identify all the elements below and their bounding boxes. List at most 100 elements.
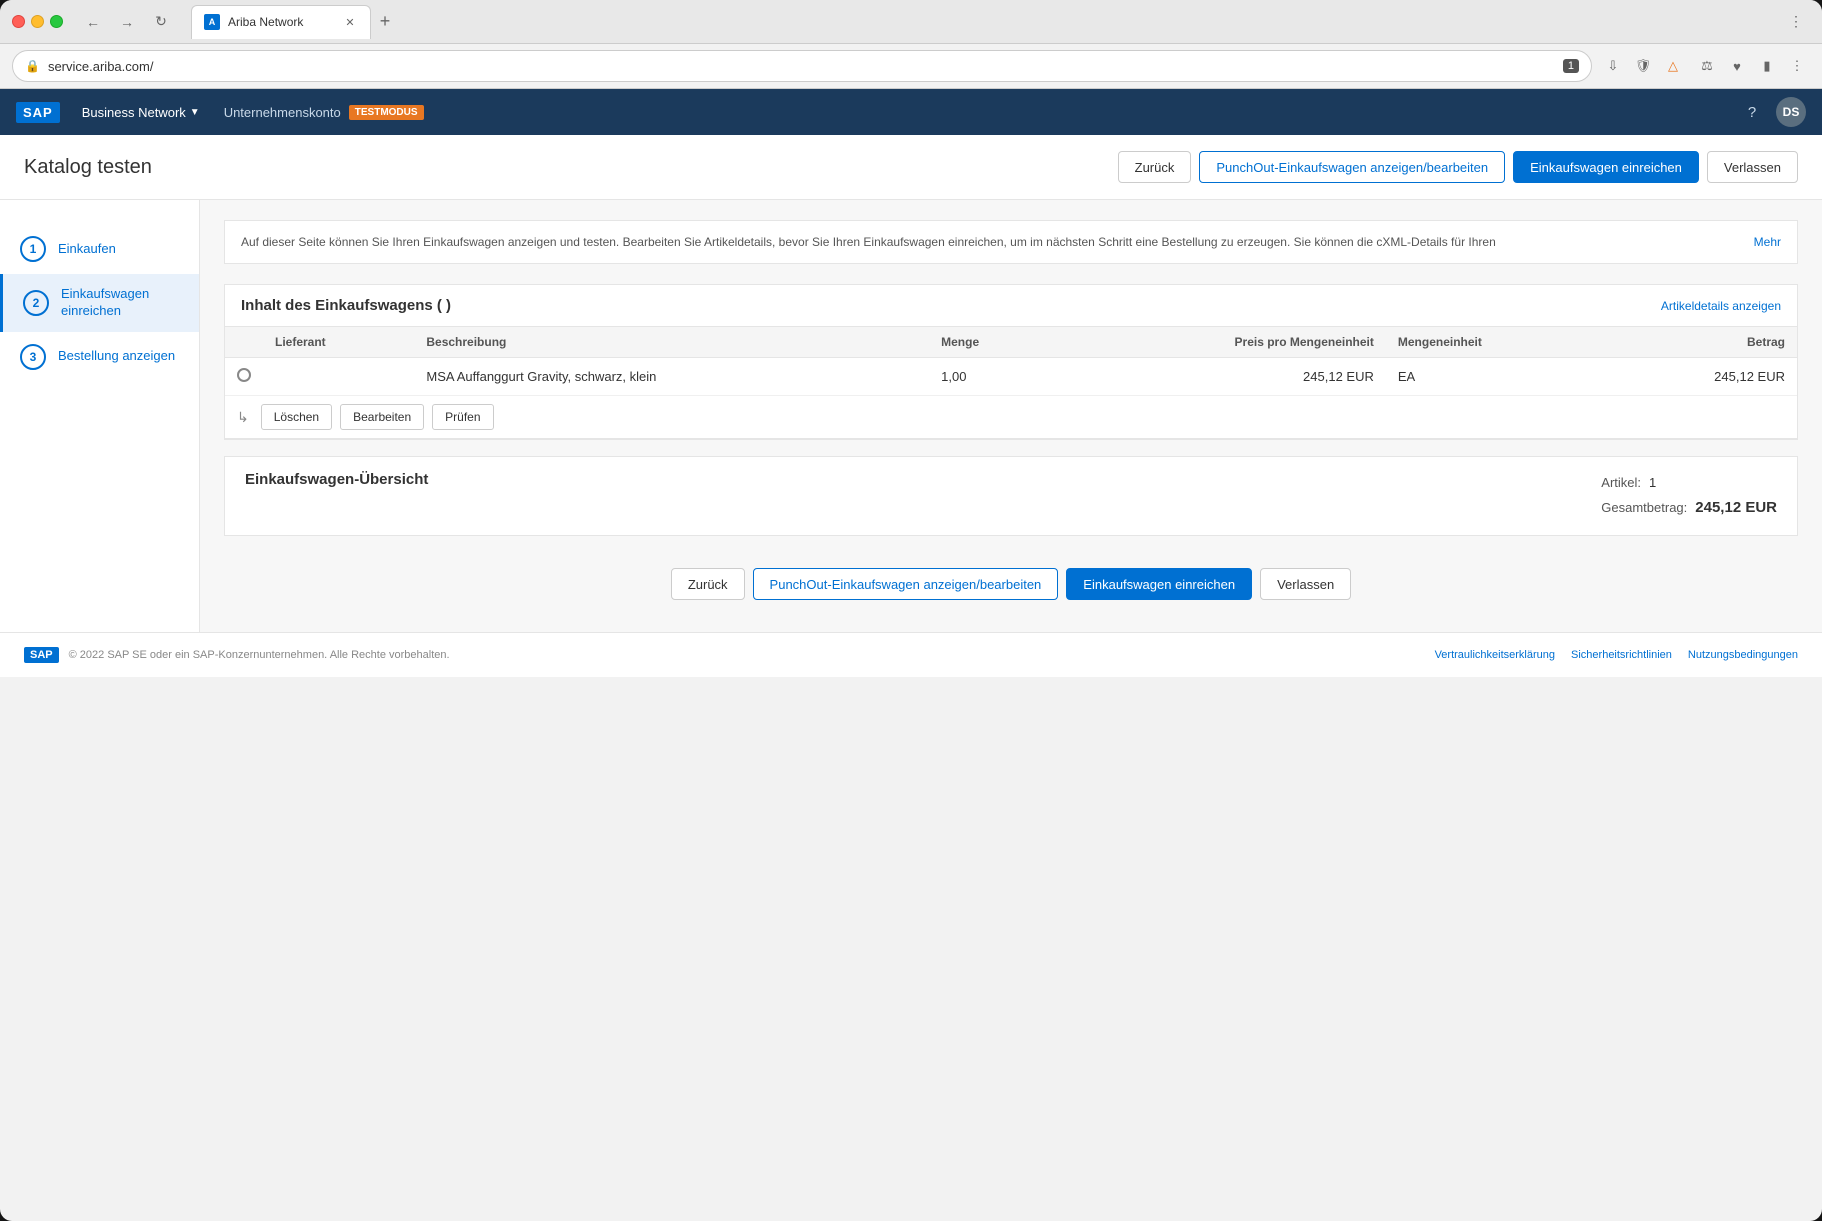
row-select-cell[interactable]: [225, 358, 263, 396]
forward-nav-button[interactable]: →: [113, 8, 141, 36]
step-3-circle: 3: [20, 344, 46, 370]
page-title: Katalog testen: [24, 156, 152, 179]
col-mengeneinheit: Mengeneinheit: [1386, 327, 1605, 358]
row-preis: 245,12 EUR: [1055, 358, 1386, 396]
maximize-window-button[interactable]: [50, 15, 63, 28]
bottom-actions: Zurück PunchOut-Einkaufswagen anzeigen/b…: [224, 556, 1798, 612]
summary-gesamtbetrag-row: Gesamtbetrag: 245,12 EUR: [1601, 494, 1777, 521]
cart-box: Inhalt des Einkaufswagens ( ) Artikeldet…: [224, 284, 1798, 440]
browser-menu-button[interactable]: ⋮: [1782, 8, 1810, 36]
address-actions: ⇩ 🛡 △: [1600, 53, 1686, 79]
row-menge: 1,00: [929, 358, 1055, 396]
minimize-window-button[interactable]: [31, 15, 44, 28]
address-text: service.ariba.com/: [48, 59, 1555, 74]
summary-values: Artikel: 1 Gesamtbetrag: 245,12 EUR: [1601, 471, 1777, 521]
tab-close-button[interactable]: ✕: [342, 14, 358, 30]
close-window-button[interactable]: [12, 15, 25, 28]
warning-icon[interactable]: △: [1660, 53, 1686, 79]
footer-link-privacy[interactable]: Vertraulichkeitserklärung: [1435, 649, 1555, 661]
submit-cart-button[interactable]: Einkaufswagen einreichen: [1513, 151, 1699, 183]
punchout-button[interactable]: PunchOut-Einkaufswagen anzeigen/bearbeit…: [1199, 151, 1505, 183]
step-3-bestellung[interactable]: 3 Bestellung anzeigen: [0, 332, 199, 382]
browser-tab[interactable]: A Ariba Network ✕: [191, 5, 371, 39]
row-beschreibung: MSA Auffanggurt Gravity, schwarz, klein: [414, 358, 929, 396]
step-2-label: Einkaufswagen einreichen: [61, 286, 179, 320]
footer-link-security[interactable]: Sicherheitsrichtlinien: [1571, 649, 1672, 661]
info-more-link[interactable]: Mehr: [1754, 233, 1781, 251]
info-text: Auf dieser Seite können Sie Ihren Einkau…: [241, 233, 1750, 251]
row-mengeneinheit: EA: [1386, 358, 1605, 396]
col-preis: Preis pro Mengeneinheit: [1055, 327, 1386, 358]
shield-icon[interactable]: 🛡: [1630, 53, 1656, 79]
user-avatar[interactable]: DS: [1776, 97, 1806, 127]
indent-icon: ↳: [237, 409, 249, 426]
back-button-bottom[interactable]: Zurück: [671, 568, 745, 600]
more-tools-icon[interactable]: ⋮: [1784, 53, 1810, 79]
extensions-icon[interactable]: ⚖: [1694, 53, 1720, 79]
leave-button-bottom[interactable]: Verlassen: [1260, 568, 1351, 600]
submit-cart-button-bottom[interactable]: Einkaufswagen einreichen: [1066, 568, 1252, 600]
steps-sidebar: 1 Einkaufen 2 Einkaufswagen einreichen 3…: [0, 200, 200, 632]
step-3-label: Bestellung anzeigen: [58, 348, 175, 365]
punchout-button-bottom[interactable]: PunchOut-Einkaufswagen anzeigen/bearbeit…: [753, 568, 1059, 600]
sap-header: SAP Business Network ▼ Unternehmenskonto…: [0, 89, 1822, 135]
edit-button[interactable]: Bearbeiten: [340, 404, 424, 430]
sap-footer: SAP © 2022 SAP SE oder ein SAP-Konzernun…: [0, 632, 1822, 677]
row-radio-button[interactable]: [237, 368, 251, 382]
summary-artikel-row: Artikel: 1: [1601, 471, 1777, 494]
step-1-circle: 1: [20, 236, 46, 262]
bookmarks-icon[interactable]: ▮: [1754, 53, 1780, 79]
nav-business-network-label: Business Network: [82, 105, 186, 120]
cart-summary: Einkaufswagen-Übersicht Artikel: 1 Gesam…: [224, 456, 1798, 536]
col-betrag: Betrag: [1605, 327, 1797, 358]
sap-logo: SAP: [16, 102, 60, 123]
footer-link-terms[interactable]: Nutzungsbedingungen: [1688, 649, 1798, 661]
nav-unternehmenskonto[interactable]: Unternehmenskonto TESTMODUS: [212, 89, 436, 135]
tab-bar: A Ariba Network ✕ +: [191, 5, 399, 39]
info-banner: Auf dieser Seite können Sie Ihren Einkau…: [224, 220, 1798, 264]
col-select: [225, 327, 263, 358]
footer-copyright: © 2022 SAP SE oder ein SAP-Konzernuntern…: [69, 649, 450, 661]
row-lieferant: [263, 358, 414, 396]
summary-title: Einkaufswagen-Übersicht: [245, 471, 428, 488]
header-icons: ? DS: [1736, 96, 1806, 128]
summary-gesamtbetrag-label: Gesamtbetrag:: [1601, 496, 1687, 519]
nav-chevron-down-icon: ▼: [190, 107, 200, 118]
back-nav-button[interactable]: ←: [79, 8, 107, 36]
browser-toolbar-right: ⚖ ♥ ▮ ⋮: [1694, 53, 1810, 79]
page-header: Katalog testen Zurück PunchOut-Einkaufsw…: [0, 135, 1822, 200]
cart-details-link[interactable]: Artikeldetails anzeigen: [1661, 299, 1781, 313]
nav-business-network[interactable]: Business Network ▼: [70, 89, 212, 135]
col-menge: Menge: [929, 327, 1055, 358]
check-button[interactable]: Prüfen: [432, 404, 493, 430]
delete-button[interactable]: Löschen: [261, 404, 332, 430]
col-beschreibung: Beschreibung: [414, 327, 929, 358]
row-betrag: 245,12 EUR: [1605, 358, 1797, 396]
tab-title: Ariba Network: [228, 15, 334, 29]
browser-titlebar: ← → ↻ A Ariba Network ✕ + ⋮: [0, 0, 1822, 44]
step-1-einkaufen[interactable]: 1 Einkaufen: [0, 224, 199, 274]
address-bar-row: 🔒 service.ariba.com/ 1 ⇩ 🛡 △ ⚖ ♥ ▮ ⋮: [0, 44, 1822, 89]
cart-table-header: Lieferant Beschreibung Menge Preis pro M…: [225, 327, 1797, 358]
download-icon[interactable]: ⇩: [1600, 53, 1626, 79]
new-tab-button[interactable]: +: [371, 8, 399, 36]
lock-icon: 🔒: [25, 59, 40, 73]
browser-nav: ← → ↻: [79, 8, 175, 36]
browser-window: ← → ↻ A Ariba Network ✕ + ⋮ 🔒 service.ar…: [0, 0, 1822, 1221]
col-lieferant: Lieferant: [263, 327, 414, 358]
step-2-einkaufswagen[interactable]: 2 Einkaufswagen einreichen: [0, 274, 199, 332]
help-button[interactable]: ?: [1736, 96, 1768, 128]
traffic-lights: [12, 15, 63, 28]
cart-header: Inhalt des Einkaufswagens ( ) Artikeldet…: [225, 285, 1797, 327]
address-bar[interactable]: 🔒 service.ariba.com/ 1: [12, 50, 1592, 82]
reload-button[interactable]: ↻: [147, 8, 175, 36]
leave-button[interactable]: Verlassen: [1707, 151, 1798, 183]
table-row: MSA Auffanggurt Gravity, schwarz, klein …: [225, 358, 1797, 396]
cart-title: Inhalt des Einkaufswagens ( ): [241, 297, 451, 314]
summary-artikel-label: Artikel:: [1601, 471, 1641, 494]
nav-unternehmenskonto-label: Unternehmenskonto: [224, 105, 341, 120]
cart-table: Lieferant Beschreibung Menge Preis pro M…: [225, 327, 1797, 396]
back-button[interactable]: Zurück: [1118, 151, 1192, 183]
profile-icon[interactable]: ♥: [1724, 53, 1750, 79]
tab-favicon-icon: A: [204, 14, 220, 30]
